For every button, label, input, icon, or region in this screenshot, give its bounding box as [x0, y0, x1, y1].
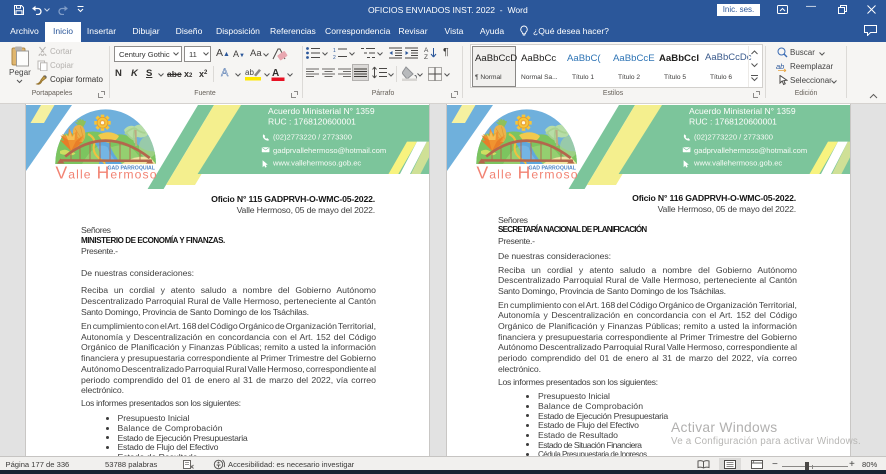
svg-text:gadprvallehermoso@hotmail.com: gadprvallehermoso@hotmail.com [273, 146, 386, 155]
svg-text:www.vallehermoso.gob.ec: www.vallehermoso.gob.ec [272, 159, 361, 168]
svg-text:ab: ab [776, 62, 784, 71]
svg-text:Z: Z [424, 54, 428, 59]
svg-text:RUC : 1768120600001: RUC : 1768120600001 [689, 116, 777, 126]
svg-text:(02)2773220 / 2773300: (02)2773220 / 2773300 [694, 133, 773, 142]
svg-text:(02)2773220 / 2773300: (02)2773220 / 2773300 [273, 133, 352, 142]
svg-text:gadprvallehermoso@hotmail.com: gadprvallehermoso@hotmail.com [694, 146, 807, 155]
svg-text:A: A [272, 68, 279, 79]
svg-text:GAD PARROQUIAL: GAD PARROQUIAL [529, 165, 577, 171]
svg-text:2: 2 [333, 55, 336, 59]
svg-text:1: 1 [333, 48, 336, 54]
svg-text:www.vallehermoso.gob.ec: www.vallehermoso.gob.ec [693, 159, 782, 168]
svg-text:ab: ab [245, 68, 254, 77]
svg-text:Acuerdo Ministerial N° 1359: Acuerdo Ministerial N° 1359 [268, 106, 375, 116]
svg-text:RUC : 1768120600001: RUC : 1768120600001 [268, 116, 356, 126]
svg-text:A: A [424, 47, 429, 54]
svg-text:Acuerdo Ministerial N° 1359: Acuerdo Ministerial N° 1359 [689, 106, 796, 116]
svg-text:GAD PARROQUIAL: GAD PARROQUIAL [108, 165, 156, 171]
